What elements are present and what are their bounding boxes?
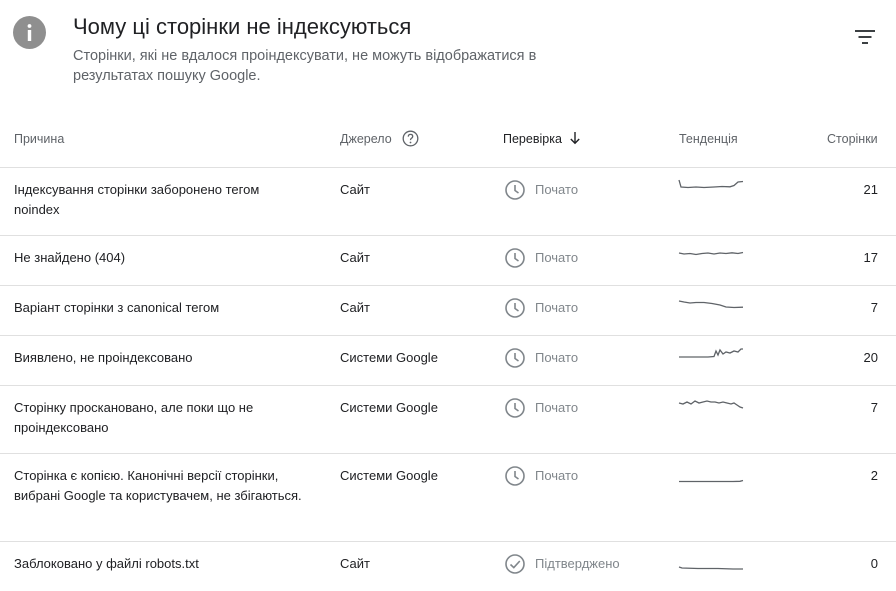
status-label: Почато <box>535 400 579 415</box>
column-header-reason[interactable]: Причина <box>14 132 64 146</box>
help-icon[interactable] <box>402 130 419 147</box>
trend-sparkline <box>678 470 744 494</box>
pages-count: 21 <box>863 182 878 197</box>
reason-cell: Заблоковано у файлі robots.txt <box>14 556 199 571</box>
source-cell: Сайт <box>340 182 370 197</box>
clock-icon <box>505 298 525 318</box>
trend-sparkline <box>678 556 744 580</box>
status-label: Почато <box>535 250 579 265</box>
reason-cell: Сторінку проскановано, але поки що не пр… <box>14 400 254 435</box>
status-cell: Підтверджено <box>504 553 664 575</box>
source-cell: Системи Google <box>340 350 438 365</box>
trend-sparkline <box>678 394 744 418</box>
status-cell: Почато <box>504 179 664 201</box>
clock-icon <box>505 248 525 268</box>
table-header: Причина Джерело Перевірка Тенденція Стор… <box>0 112 896 168</box>
source-cell: Сайт <box>340 250 370 265</box>
pages-count: 17 <box>863 250 878 265</box>
clock-icon <box>505 398 525 418</box>
clock-icon <box>505 348 525 368</box>
source-cell: Системи Google <box>340 400 438 415</box>
status-cell: Почато <box>504 465 664 487</box>
report-header: Чому ці сторінки не індексуються Сторінк… <box>0 0 896 110</box>
column-header-validation[interactable]: Перевірка <box>503 132 562 146</box>
table-row[interactable]: Заблоковано у файлі robots.txt Сайт Підт… <box>0 542 896 591</box>
pages-count: 7 <box>870 300 878 315</box>
trend-sparkline <box>678 292 744 316</box>
table-row[interactable]: Сторінка є копією. Канонічні версії стор… <box>0 454 896 542</box>
status-cell: Почато <box>504 397 664 419</box>
arrow-down-icon[interactable] <box>567 130 583 146</box>
trend-sparkline <box>678 344 744 368</box>
report-title: Чому ці сторінки не індексуються <box>73 14 412 39</box>
status-label: Почато <box>535 300 579 315</box>
table-row[interactable]: Сторінку проскановано, але поки що не пр… <box>0 386 896 454</box>
status-label: Підтверджено <box>535 556 620 571</box>
column-header-source[interactable]: Джерело <box>340 132 392 146</box>
info-icon <box>13 16 46 49</box>
table-row[interactable]: Виявлено, не проіндексовано Системи Goog… <box>0 336 896 386</box>
trend-sparkline <box>678 242 744 266</box>
pages-count: 2 <box>870 468 878 483</box>
pages-count: 20 <box>863 350 878 365</box>
reason-cell: Сторінка є копією. Канонічні версії стор… <box>14 468 302 503</box>
status-label: Почато <box>535 350 579 365</box>
trend-sparkline <box>678 176 744 200</box>
status-label: Почато <box>535 468 579 483</box>
table-row[interactable]: Індексування сторінки заборонено тегом n… <box>0 168 896 236</box>
check-circle-icon <box>505 554 525 574</box>
status-cell: Почато <box>504 247 664 269</box>
pages-count: 0 <box>870 556 878 571</box>
source-cell: Системи Google <box>340 468 438 483</box>
source-cell: Сайт <box>340 556 370 571</box>
clock-icon <box>505 466 525 486</box>
column-header-trend[interactable]: Тенденція <box>679 132 738 146</box>
clock-icon <box>505 180 525 200</box>
table-row[interactable]: Варіант сторінки з canonical тегом Сайт … <box>0 286 896 336</box>
source-cell: Сайт <box>340 300 370 315</box>
reason-cell: Індексування сторінки заборонено тегом n… <box>14 182 260 217</box>
status-cell: Почато <box>504 347 664 369</box>
report-subtitle: Сторінки, які не вдалося проіндексувати,… <box>73 48 537 84</box>
pages-count: 7 <box>870 400 878 415</box>
reason-cell: Не знайдено (404) <box>14 250 126 265</box>
table-row[interactable]: Не знайдено (404) Сайт Почато 17 <box>0 236 896 286</box>
status-cell: Почато <box>504 297 664 319</box>
reason-cell: Варіант сторінки з canonical тегом <box>14 300 220 315</box>
column-header-pages[interactable]: Сторінки <box>827 132 878 146</box>
reason-cell: Виявлено, не проіндексовано <box>14 350 193 365</box>
status-label: Почато <box>535 182 579 197</box>
filter-icon[interactable] <box>850 24 880 50</box>
